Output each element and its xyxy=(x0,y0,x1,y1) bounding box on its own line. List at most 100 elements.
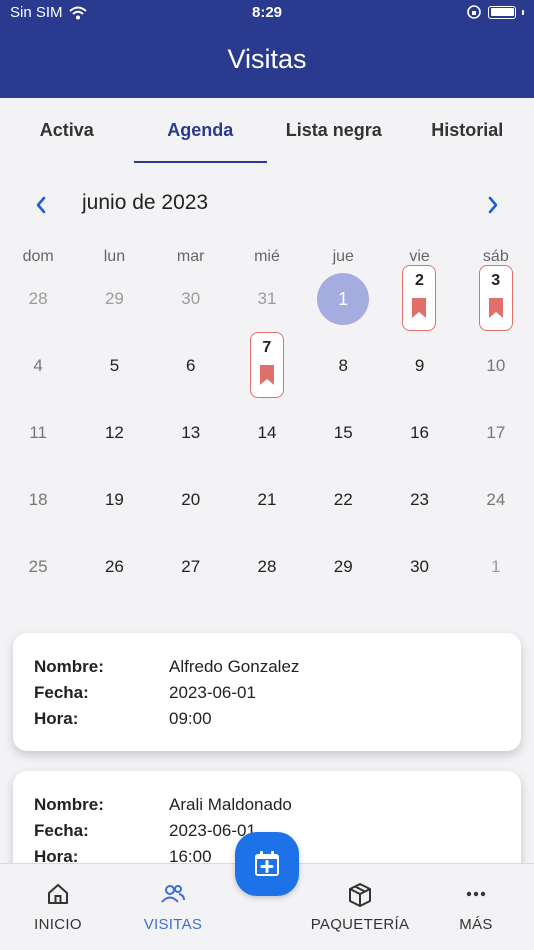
day-number: 21 xyxy=(257,490,277,509)
visit-marker: 7 xyxy=(249,332,284,398)
calendar-day[interactable]: 27 xyxy=(153,533,229,600)
nav-label: VISITAS xyxy=(143,916,203,933)
calendar-day[interactable]: 9 xyxy=(381,332,457,399)
nav-visitas[interactable]: VISITAS xyxy=(123,864,223,950)
visit-time: 09:00 xyxy=(169,709,212,728)
name-label: Nombre: xyxy=(34,795,104,814)
tab-lista-negra[interactable]: Lista negra xyxy=(267,98,401,163)
home-icon xyxy=(48,884,68,904)
nav-label: INICIO xyxy=(34,916,82,933)
day-number: 4 xyxy=(33,356,43,375)
calendar-day[interactable]: 30 xyxy=(153,265,229,332)
calendar-day[interactable]: 24 xyxy=(458,466,534,533)
date-label: Fecha: xyxy=(34,683,89,702)
calendar-day[interactable]: 20 xyxy=(153,466,229,533)
day-number: 29 xyxy=(333,557,353,576)
day-number: 28 xyxy=(28,289,48,308)
calendar-day[interactable]: 12 xyxy=(76,399,152,466)
calendar-day[interactable]: 14 xyxy=(229,399,305,466)
calendar-day-marked[interactable]: 3 xyxy=(458,265,534,332)
bookmark-icon xyxy=(488,298,503,318)
nav-mas[interactable]: MÁS xyxy=(426,864,526,950)
calendar-day[interactable]: 10 xyxy=(458,332,534,399)
orientation-lock-icon xyxy=(467,5,481,19)
tab-activa[interactable]: Activa xyxy=(0,98,134,163)
calendar-day[interactable]: 21 xyxy=(229,466,305,533)
calendar-day[interactable]: 5 xyxy=(76,332,152,399)
calendar-day[interactable]: 11 xyxy=(0,399,76,466)
calendar-day[interactable]: 19 xyxy=(76,466,152,533)
tab-historial[interactable]: Historial xyxy=(401,98,534,163)
calendar-day[interactable]: 18 xyxy=(0,466,76,533)
calendar-day[interactable]: 26 xyxy=(76,533,152,600)
add-visit-button[interactable] xyxy=(235,832,299,896)
weekday-label: vie xyxy=(409,248,430,265)
day-number: 30 xyxy=(181,289,201,308)
day-number: 16 xyxy=(410,423,429,442)
weekday-label: lun xyxy=(103,248,126,265)
month-label: junio de 2023 xyxy=(82,191,209,214)
calendar-day[interactable]: 31 xyxy=(229,265,305,332)
calendar-day[interactable]: 25 xyxy=(0,533,76,600)
day-number: 30 xyxy=(410,557,429,576)
more-icon xyxy=(466,891,486,897)
calendar-day[interactable]: 28 xyxy=(229,533,305,600)
day-number: 29 xyxy=(104,289,124,308)
tab-agenda[interactable]: Agenda xyxy=(133,98,268,163)
status-bar: Sin SIM 8:29 xyxy=(0,4,534,24)
date-label: Fecha: xyxy=(34,821,89,840)
calendar-week: 28 29 30 31 1 2 3 xyxy=(0,265,534,332)
time-label: Hora: xyxy=(34,709,79,728)
next-month-button[interactable] xyxy=(478,187,508,223)
visitor-name: Alfredo Gonzalez xyxy=(169,657,300,676)
calendar-header: junio de 2023 xyxy=(0,185,534,225)
weekday-row: dom lun mar mié jue vie sáb xyxy=(0,248,534,266)
day-number: 26 xyxy=(104,557,124,576)
package-icon xyxy=(349,883,371,907)
users-icon xyxy=(161,885,185,903)
calendar-day[interactable]: 15 xyxy=(305,399,381,466)
calendar-week: 11 12 13 14 15 16 17 xyxy=(0,399,534,466)
calendar-plus-icon xyxy=(255,851,279,876)
day-number: 28 xyxy=(257,557,277,576)
bookmark-icon xyxy=(259,365,274,385)
day-number: 20 xyxy=(181,490,201,509)
selected-day-circle: 1 xyxy=(317,273,370,325)
calendar-day[interactable]: 30 xyxy=(381,533,457,600)
nav-label: MÁS xyxy=(459,916,493,933)
day-number: 9 xyxy=(414,356,425,375)
visit-card[interactable]: Nombre: Alfredo Gonzalez Fecha: 2023-06-… xyxy=(13,633,521,751)
calendar-day[interactable]: 28 xyxy=(0,265,76,332)
calendar-day[interactable]: 6 xyxy=(153,332,229,399)
day-number: 23 xyxy=(410,490,429,509)
nav-inicio[interactable]: INICIO xyxy=(8,864,108,950)
app-header: Sin SIM 8:29 Visitas xyxy=(0,0,534,98)
calendar-day[interactable]: 1 xyxy=(458,533,534,600)
calendar-day[interactable]: 29 xyxy=(76,265,152,332)
chevron-right-icon xyxy=(488,196,498,214)
calendar-day[interactable]: 13 xyxy=(153,399,229,466)
calendar-day[interactable]: 23 xyxy=(381,466,457,533)
battery-icon xyxy=(488,5,516,19)
chevron-left-icon xyxy=(36,196,46,214)
weekday-label: mié xyxy=(254,248,280,265)
calendar-day[interactable]: 17 xyxy=(458,399,534,466)
day-number: 11 xyxy=(29,423,47,442)
calendar-day-selected[interactable]: 1 xyxy=(305,265,381,332)
calendar-day-marked[interactable]: 7 xyxy=(229,332,305,399)
calendar-day[interactable]: 22 xyxy=(305,466,381,533)
calendar-day[interactable]: 29 xyxy=(305,533,381,600)
day-number: 6 xyxy=(185,356,196,375)
day-number: 12 xyxy=(104,423,124,442)
previous-month-button[interactable] xyxy=(26,187,56,223)
nav-paqueteria[interactable]: PAQUETERÍA xyxy=(310,864,410,950)
visit-date: 2023-06-01 xyxy=(169,683,256,702)
calendar-day[interactable]: 16 xyxy=(381,399,457,466)
calendar-day[interactable]: 8 xyxy=(305,332,381,399)
weekday-label: mar xyxy=(176,248,205,265)
calendar-week: 18 19 20 21 22 23 24 xyxy=(0,466,534,533)
visitor-name: Arali Maldonado xyxy=(169,795,292,814)
day-number: 10 xyxy=(486,356,506,375)
calendar-day[interactable]: 4 xyxy=(0,332,76,399)
calendar-day-marked[interactable]: 2 xyxy=(381,265,457,332)
